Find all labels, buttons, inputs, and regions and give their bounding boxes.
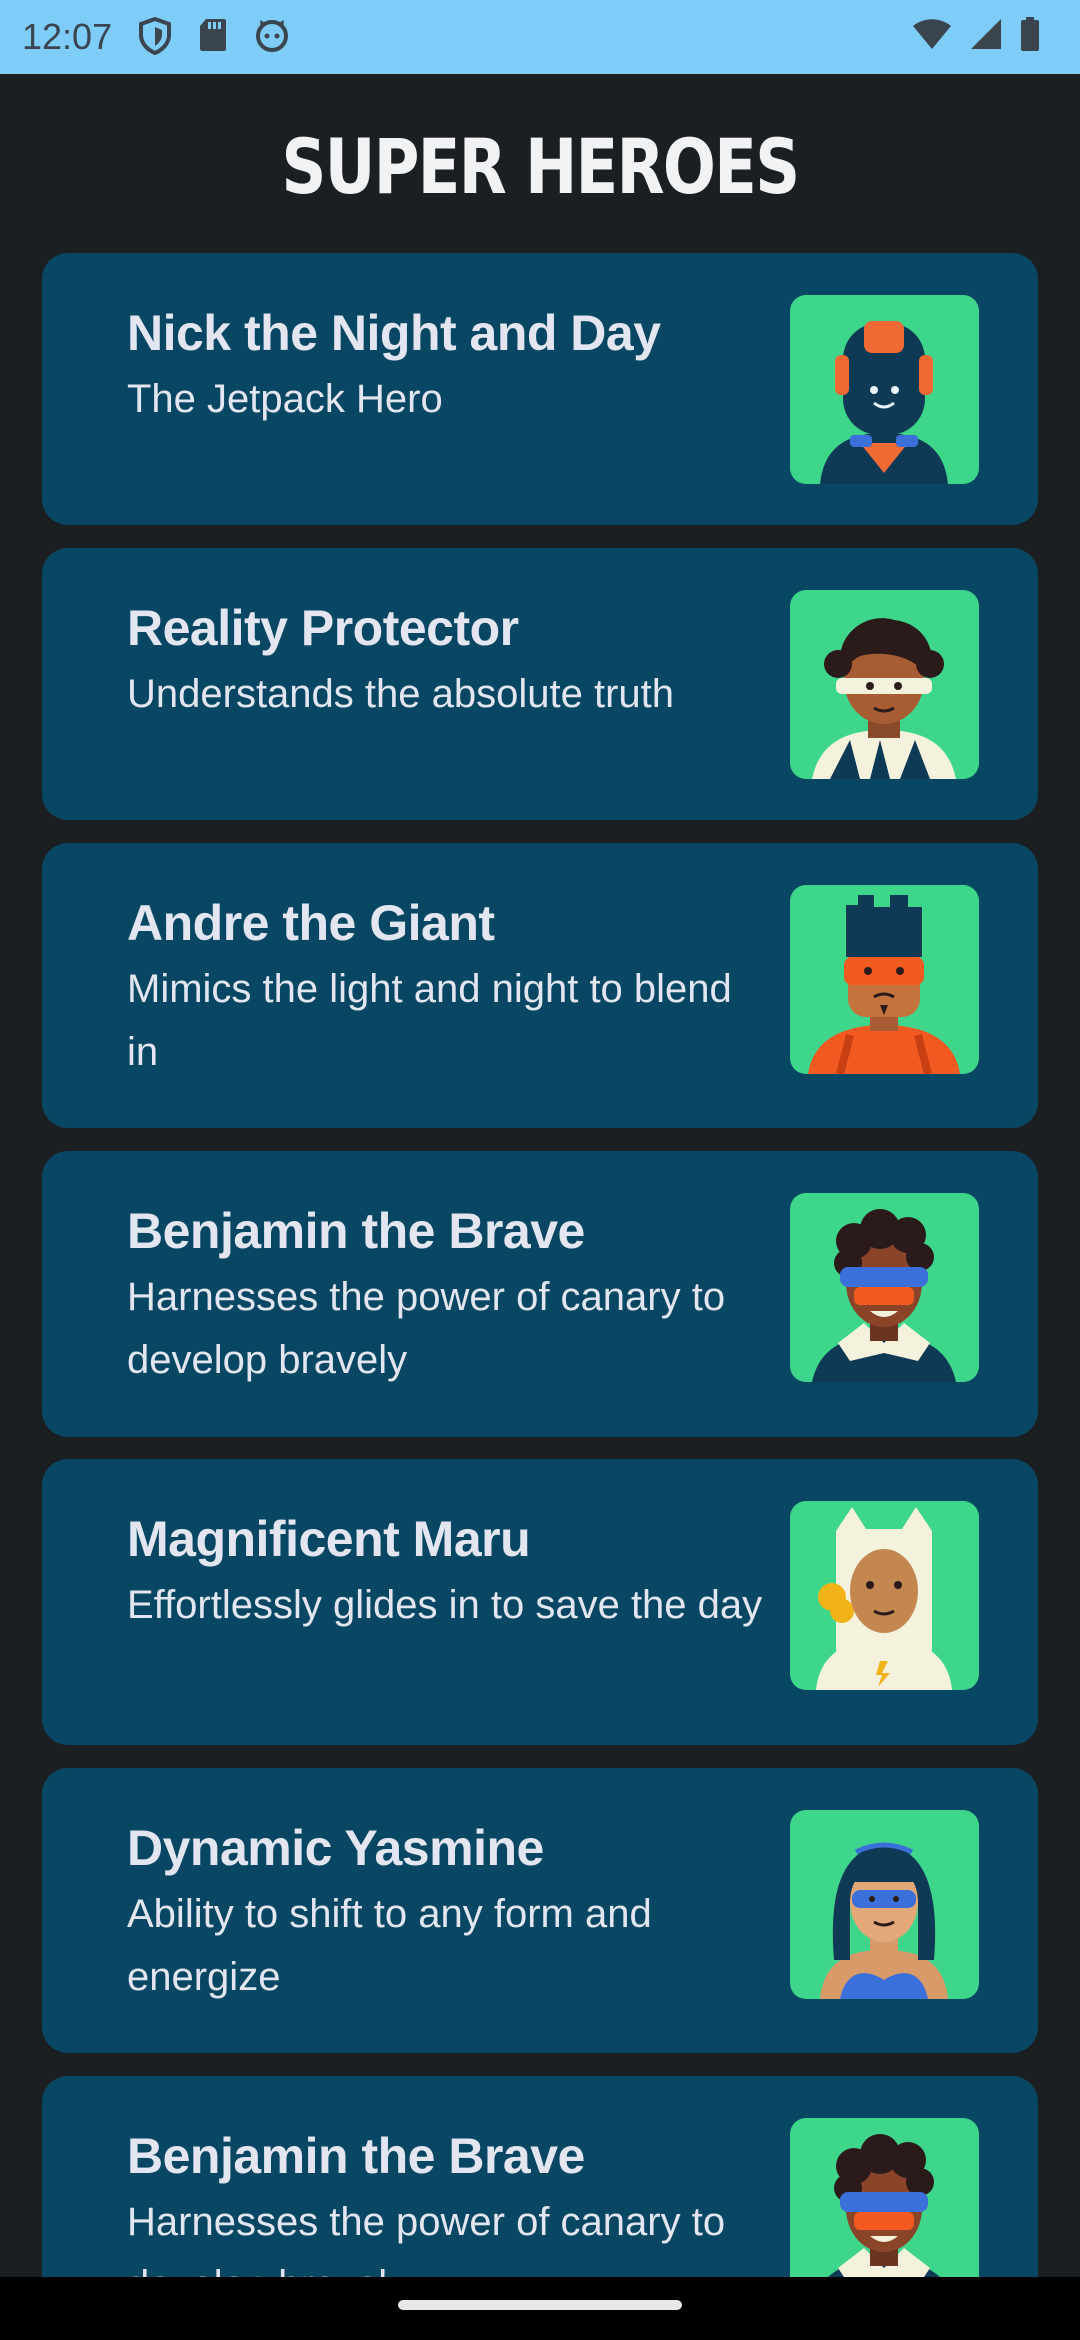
hero-card[interactable]: Andre the Giant Mimics the light and nig…	[42, 843, 1038, 1128]
hero-card[interactable]: Reality Protector Understands the absolu…	[42, 548, 1038, 820]
goggles-hero-avatar	[790, 1193, 979, 1382]
hero-description: Mimics the light and night to blend in	[127, 967, 732, 1074]
hero-card-text: Dynamic Yasmine Ability to shift to any …	[127, 1816, 767, 2009]
hero-card[interactable]: Benjamin the Brave Harnesses the power o…	[42, 1151, 1038, 1437]
hero-card[interactable]: Magnificent Maru Effortlessly glides in …	[42, 1459, 1038, 1745]
hero-description: Harnesses the power of canary to develop…	[127, 2200, 726, 2277]
hero-card-text: Nick the Night and Day The Jetpack Hero	[127, 301, 767, 431]
hero-card[interactable]: Nick the Night and Day The Jetpack Hero	[42, 253, 1038, 525]
page-title: SUPER HEROES	[281, 122, 801, 211]
hero-name: Andre the Giant	[127, 895, 495, 951]
hero-name: Benjamin the Brave	[127, 1203, 585, 1259]
hero-card-text: Andre the Giant Mimics the light and nig…	[127, 891, 767, 1084]
masked-hero-avatar	[790, 885, 979, 1074]
home-gesture-handle[interactable]	[398, 2300, 682, 2310]
status-bar: 12:07	[0, 0, 1080, 74]
curly-hair-hero-avatar	[790, 590, 979, 779]
hero-card-text: Reality Protector Understands the absolu…	[127, 596, 767, 726]
hero-description: Effortlessly glides in to save the day	[127, 1583, 763, 1627]
wifi-icon	[912, 18, 952, 50]
hero-name: Dynamic Yasmine	[127, 1820, 544, 1876]
cell-signal-icon	[970, 18, 1002, 50]
status-time: 12:07	[22, 16, 113, 57]
battery-icon	[1020, 17, 1040, 51]
status-right-icons	[912, 17, 1040, 51]
hero-name: Reality Protector	[127, 600, 519, 656]
hero-card[interactable]: Benjamin the Brave Harnesses the power o…	[42, 2076, 1038, 2277]
hero-name: Nick the Night and Day	[127, 305, 661, 361]
hero-list[interactable]: Nick the Night and Day The Jetpack Hero …	[42, 253, 1038, 2277]
hero-card[interactable]: Dynamic Yasmine Ability to shift to any …	[42, 1768, 1038, 2053]
sd-card-icon	[198, 17, 228, 55]
hooded-hero-avatar	[790, 1501, 979, 1690]
hero-card-text: Benjamin the Brave Harnesses the power o…	[127, 1199, 767, 1392]
tiara-hero-avatar	[790, 1810, 979, 1999]
hero-name: Benjamin the Brave	[127, 2128, 585, 2184]
hero-description: The Jetpack Hero	[127, 377, 443, 421]
hero-card-text: Benjamin the Brave Harnesses the power o…	[127, 2124, 767, 2277]
shield-icon	[138, 17, 172, 55]
navigation-bar	[0, 2277, 1080, 2340]
status-left-icons	[138, 17, 290, 55]
hero-name: Magnificent Maru	[127, 1511, 531, 1567]
hero-description: Understands the absolute truth	[127, 672, 675, 716]
goggles-hero-avatar	[790, 2118, 979, 2277]
hero-description: Ability to shift to any form and energiz…	[127, 1892, 652, 1999]
hero-description: Harnesses the power of canary to develop…	[127, 1275, 726, 1382]
robot-hero-avatar	[790, 295, 979, 484]
hero-card-text: Magnificent Maru Effortlessly glides in …	[127, 1507, 767, 1637]
cat-face-icon	[254, 17, 290, 55]
